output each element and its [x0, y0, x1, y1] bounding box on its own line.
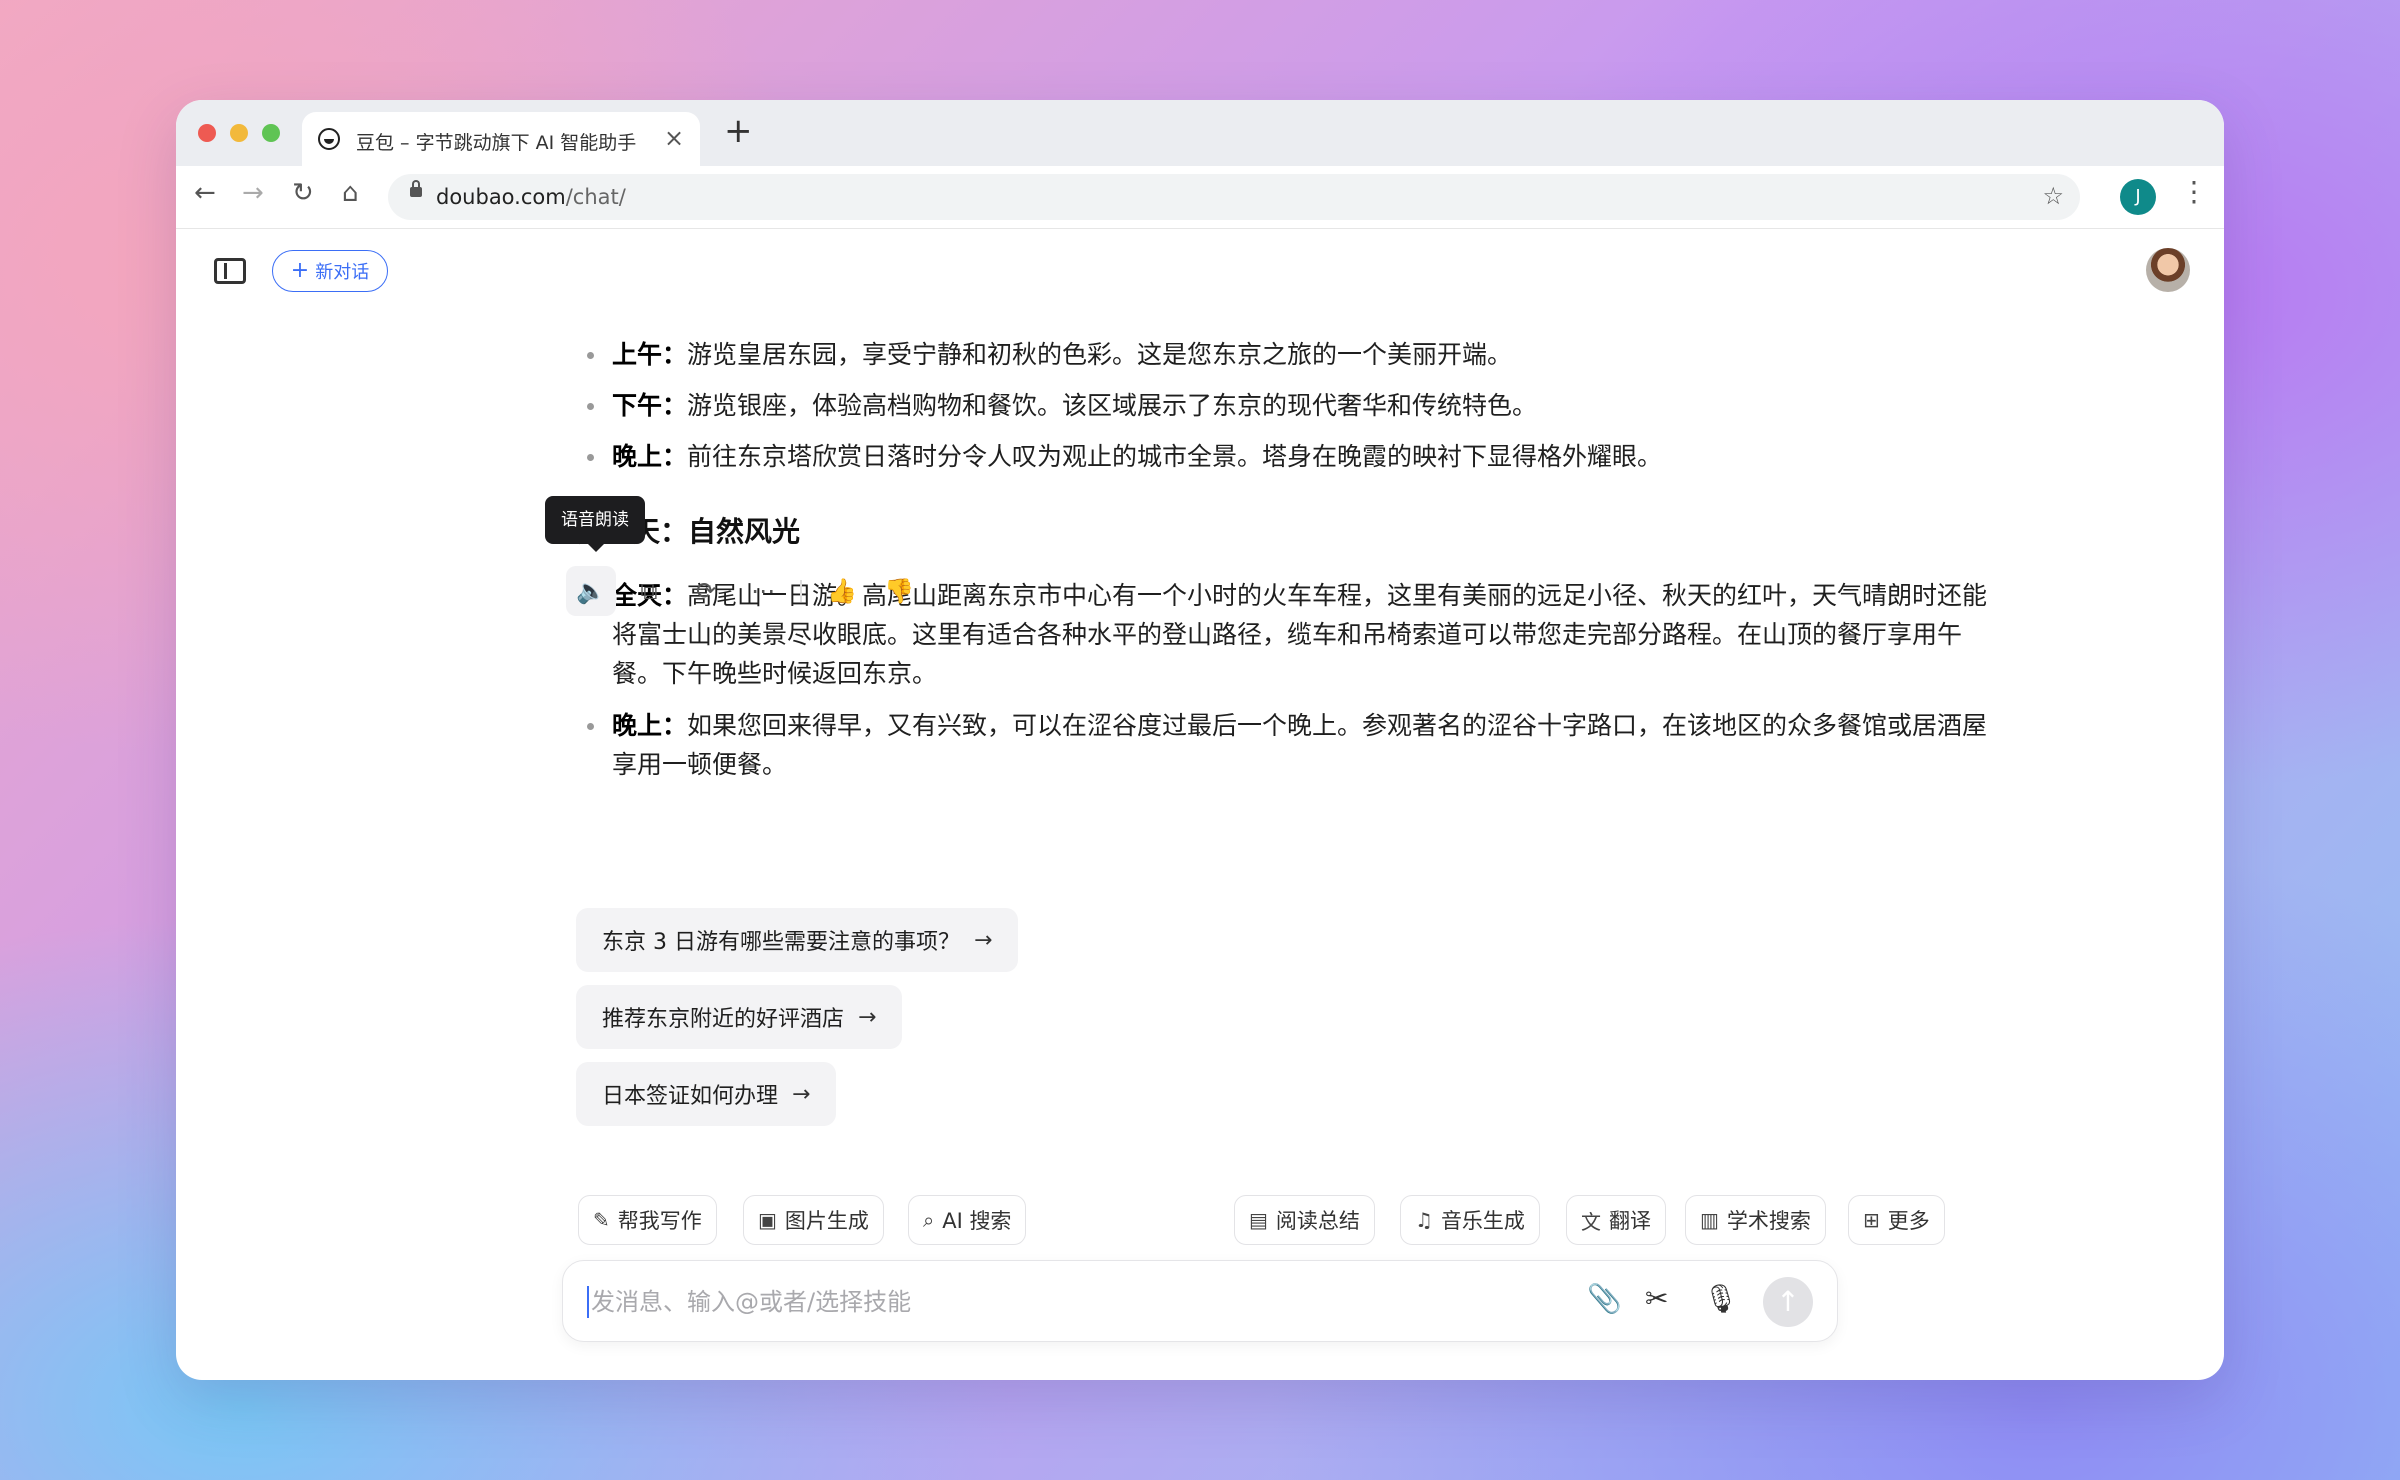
list-item: 上午：游览皇居东园，享受宁静和初秋的色彩。这是您东京之旅的一个美丽开端。 [576, 335, 1996, 374]
paperclip-icon[interactable]: 📎 [1587, 1285, 1622, 1313]
plus-icon: + [290, 258, 310, 283]
maximize-window-button[interactable] [262, 124, 280, 142]
copy-button[interactable]: ⧉ [624, 566, 674, 616]
skill-image[interactable]: ▣ 图片生成 [743, 1195, 884, 1245]
skill-label: 阅读总结 [1275, 1209, 1360, 1233]
browser-menu-icon[interactable]: ⋮ [2180, 178, 2208, 206]
suggestion-text: 推荐东京附近的好评酒店 [602, 1007, 845, 1032]
arrow-right-icon: → [858, 1004, 877, 1030]
message-composer: 📎 ✂ 🎙 ↑ [562, 1260, 1838, 1342]
skill-label: 帮我写作 [617, 1209, 702, 1233]
tab-title: 豆包 – 字节跳动旗下 AI 智能助手 [356, 132, 637, 154]
more-icon: ⋯ [751, 577, 775, 605]
assistant-message: 上午：游览皇居东园，享受宁静和初秋的色彩。这是您东京之旅的一个美丽开端。 下午：… [576, 335, 1996, 797]
copy-icon: ⧉ [640, 577, 658, 605]
lock-icon[interactable] [410, 180, 422, 197]
grid-icon: ⊞ [1863, 1208, 1880, 1232]
music-note-icon: ♫ [1415, 1208, 1433, 1232]
skill-translate[interactable]: 文翻译 [1566, 1195, 1666, 1245]
divider [800, 580, 802, 602]
list-item: 下午：游览银座，体验高档购物和餐饮。该区域展示了东京的现代奢华和传统特色。 [576, 386, 1996, 425]
browser-tab[interactable]: 豆包 – 字节跳动旗下 AI 智能助手 × [302, 112, 700, 166]
day2-list: 全天：高尾山一日游。高尾山距离东京市中心有一个小时的火车车程，这里有美丽的远足小… [576, 576, 1996, 784]
read-aloud-tooltip: 语音朗读 [545, 496, 645, 552]
arrow-right-icon: → [792, 1081, 811, 1107]
browser-window: 豆包 – 字节跳动旗下 AI 智能助手 × + ← → ↻ ⌂ doubao.c… [176, 100, 2224, 1380]
suggestion-chip[interactable]: 东京 3 日游有哪些需要注意的事项？ → [576, 908, 1019, 972]
thumbs-up-icon: 👍 [827, 577, 857, 605]
scissors-icon[interactable]: ✂ [1645, 1285, 1668, 1313]
skill-label: 音乐生成 [1440, 1209, 1525, 1233]
suggestion-text: 日本签证如何办理 [602, 1084, 779, 1109]
thumbs-down-icon: 👎 [884, 577, 914, 605]
read-aloud-button[interactable]: 🔈 [566, 566, 616, 616]
address-bar[interactable]: doubao.com/chat/ ☆ [388, 174, 2080, 220]
speaker-icon: 🔈 [576, 577, 606, 605]
skill-writing[interactable]: ✎ 帮我写作 [578, 1195, 717, 1245]
suggestion-text: 东京 3 日游有哪些需要注意的事项？ [602, 930, 960, 955]
skill-music[interactable]: ♫ 音乐生成 [1400, 1195, 1540, 1245]
bookmark-star-icon[interactable]: ☆ [2042, 182, 2064, 210]
list-item: 晚上：前往东京塔欣赏日落时分令人叹为观止的城市全景。塔身在晚霞的映衬下显得格外耀… [576, 437, 1996, 476]
translate-icon: 文 [1581, 1209, 1601, 1234]
document-icon: ▤ [1249, 1208, 1268, 1232]
like-button[interactable]: 👍 [817, 566, 867, 616]
skill-label: 更多 [1887, 1209, 1930, 1233]
close-window-button[interactable] [198, 124, 216, 142]
skill-label: 学术搜索 [1726, 1209, 1811, 1233]
forward-arrow-icon[interactable]: → [242, 180, 264, 206]
browser-profile-avatar[interactable]: J [2120, 179, 2156, 215]
browser-toolbar: ← → ↻ ⌂ doubao.com/chat/ ☆ J ⋮ [176, 166, 2224, 229]
user-avatar[interactable] [2146, 248, 2190, 292]
arrow-right-icon: → [974, 927, 993, 953]
arrow-up-icon: ↑ [1776, 1285, 1800, 1318]
list-item: 全天：高尾山一日游。高尾山距离东京市中心有一个小时的火车车程，这里有美丽的远足小… [576, 576, 1996, 693]
send-button[interactable]: ↑ [1763, 1277, 1813, 1327]
refresh-icon: ⟳ [695, 577, 717, 605]
new-tab-button[interactable]: + [724, 114, 753, 148]
skill-summary[interactable]: ▤ 阅读总结 [1234, 1195, 1375, 1245]
url-text[interactable]: doubao.com/chat/ [436, 185, 626, 209]
regenerate-button[interactable]: ⟳ [681, 566, 731, 616]
chart-icon: ▥ [1700, 1208, 1719, 1232]
tab-close-icon[interactable]: × [664, 124, 684, 152]
skill-academic-search[interactable]: ▥ 学术搜索 [1685, 1195, 1826, 1245]
doubao-favicon-icon [318, 128, 340, 150]
suggestion-chip[interactable]: 推荐东京附近的好评酒店 → [576, 985, 903, 1049]
home-icon[interactable]: ⌂ [342, 180, 359, 206]
list-item: 晚上：如果您回来得早，又有兴致，可以在涩谷度过最后一个晚上。参观著名的涩谷十字路… [576, 706, 1996, 784]
skill-label: 翻译 [1609, 1209, 1651, 1233]
skill-label: 图片生成 [784, 1209, 869, 1233]
message-input[interactable] [589, 1277, 1543, 1327]
more-button[interactable]: ⋯ [738, 566, 788, 616]
new-chat-label: 新对话 [315, 262, 370, 283]
skill-more[interactable]: ⊞ 更多 [1848, 1195, 1945, 1245]
microphone-icon[interactable]: 🎙 [1703, 1285, 1739, 1313]
section-heading: 第二天：自然风光 [576, 515, 801, 548]
image-icon: ▣ [758, 1208, 777, 1232]
search-icon: ⌕ [923, 1208, 935, 1232]
sidebar-toggle-icon[interactable] [214, 258, 246, 284]
pen-icon: ✎ [593, 1208, 610, 1232]
suggestion-chip[interactable]: 日本签证如何办理 → [576, 1062, 837, 1126]
skill-ai-search[interactable]: ⌕ AI 搜索 [908, 1195, 1027, 1245]
tab-bar: 豆包 – 字节跳动旗下 AI 智能助手 × + [176, 100, 2224, 166]
dislike-button[interactable]: 👎 [874, 566, 924, 616]
new-chat-button[interactable]: + 新对话 [272, 250, 388, 292]
back-arrow-icon[interactable]: ← [194, 180, 216, 206]
skill-label: AI 搜索 [942, 1209, 1012, 1233]
minimize-window-button[interactable] [230, 124, 248, 142]
reload-icon[interactable]: ↻ [292, 180, 314, 206]
day1-list: 上午：游览皇居东园，享受宁静和初秋的色彩。这是您东京之旅的一个美丽开端。 下午：… [576, 335, 1996, 476]
